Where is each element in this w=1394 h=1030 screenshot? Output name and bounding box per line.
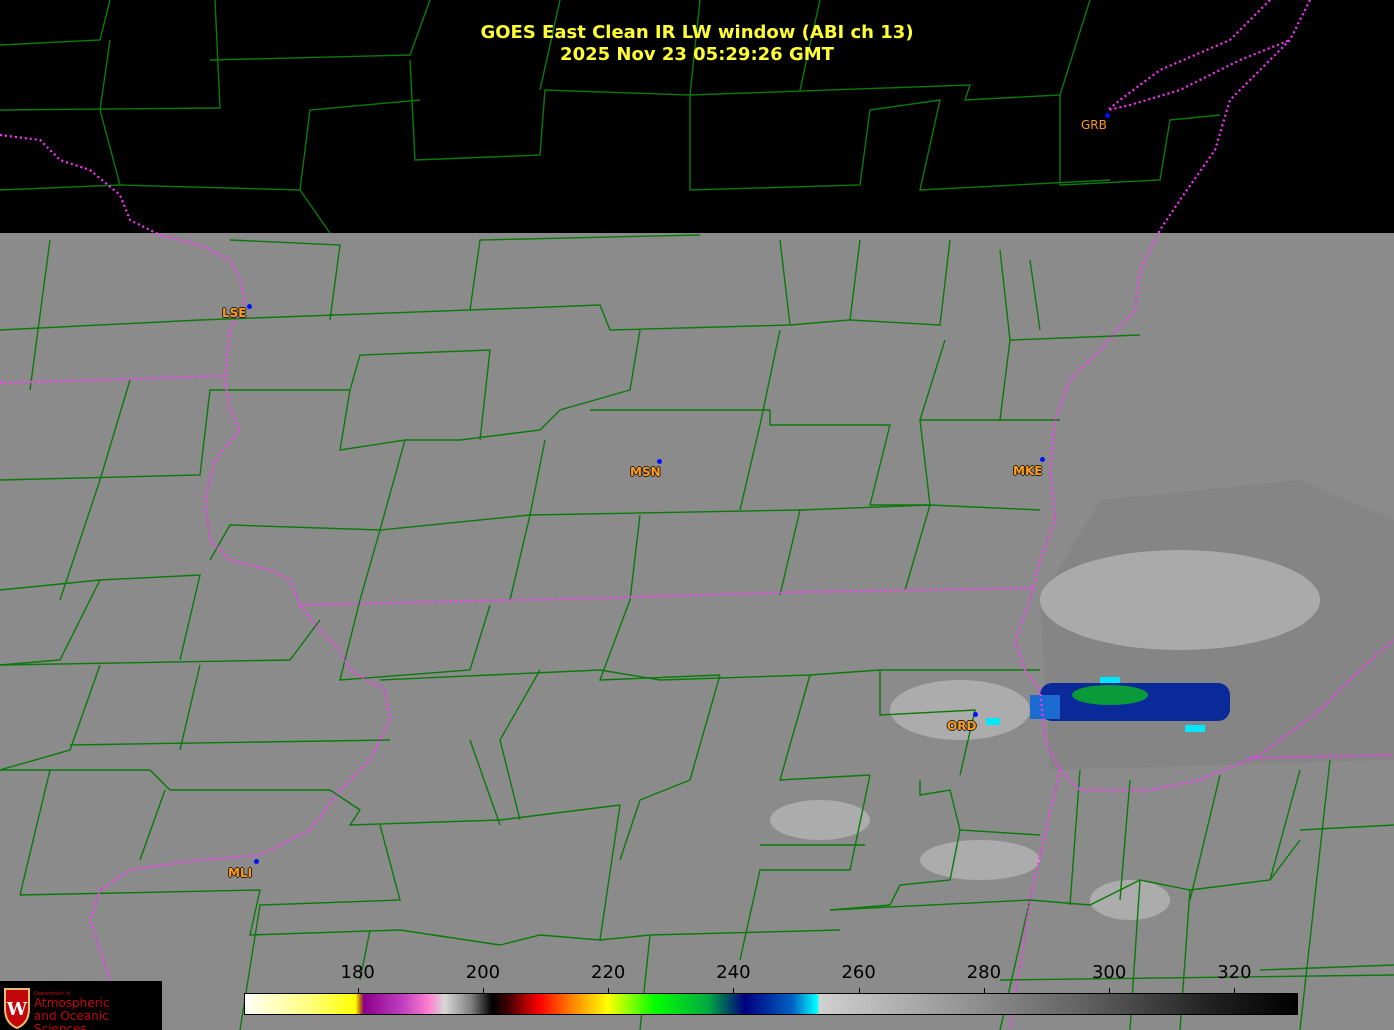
colorbar-tick-label: 200 [465, 962, 501, 983]
city-label-mli: MLI [228, 866, 253, 880]
uw-crest-icon: W [4, 988, 30, 1030]
colorbar-tick-label: 280 [966, 962, 1002, 983]
map-layer [0, 0, 1394, 1030]
city-label-msn: MSN [630, 465, 661, 479]
city-marker-msn [657, 459, 662, 464]
logo-name: Atmospheric and Oceanic Sciences [34, 997, 162, 1030]
logo-line-1: Atmospheric [34, 996, 110, 1010]
colorbar-tick-label: 300 [1091, 962, 1127, 983]
title-line-2: 2025 Nov 23 05:29:26 GMT [560, 44, 834, 65]
colorbar-tick-label: 180 [340, 962, 375, 983]
city-label-ord: ORD [947, 719, 977, 733]
colorbar-tick [357, 988, 359, 994]
city-label-lse: LSE [222, 306, 247, 320]
colorbar-tick [983, 988, 985, 994]
colorbar-tick-label: 240 [716, 962, 751, 983]
colorbar-tick-label: 320 [1217, 962, 1252, 983]
logo-line-2: and Oceanic Sciences [34, 1009, 109, 1030]
colorbar-tick-label: 220 [591, 962, 626, 983]
temperature-colorbar [244, 993, 1298, 1015]
city-marker-lse [247, 304, 252, 309]
title-line-1: GOES East Clean IR LW window (ABI ch 13) [480, 22, 914, 43]
satellite-image: GOES East Clean IR LW window (ABI ch 13)… [0, 0, 1394, 1030]
colorbar-tick [858, 988, 860, 994]
colorbar-tick-label: 260 [841, 962, 876, 983]
colorbar-tick [482, 988, 484, 994]
colorbar-tick [608, 988, 610, 994]
city-label-mke: MKE [1013, 464, 1043, 478]
city-marker-ord [973, 712, 978, 717]
colorbar-tick [733, 988, 735, 994]
city-marker-mke [1040, 457, 1045, 462]
colorbar-tick [1234, 988, 1236, 994]
aos-logo: W Department of Atmospheric and Oceanic S… [0, 981, 162, 1030]
city-label-grb: GRB [1081, 118, 1107, 132]
city-marker-mli [254, 859, 259, 864]
colorbar-tick [1109, 988, 1111, 994]
svg-text:W: W [6, 999, 28, 1020]
